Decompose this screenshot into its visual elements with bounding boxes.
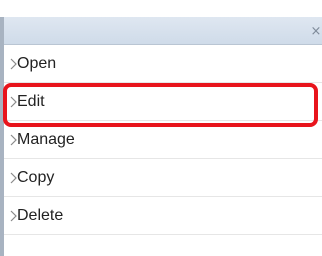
menu-item-label: Copy [17, 169, 55, 186]
close-button[interactable]: × [310, 25, 322, 39]
panel-header: × [4, 17, 322, 45]
menu-list: Open Edit Manage Copy Delete [4, 45, 322, 235]
close-icon: × [310, 24, 322, 39]
menu-item-label: Delete [17, 207, 64, 224]
menu-item-copy[interactable]: Copy [4, 159, 322, 197]
menu-panel: × Open Edit Manage Copy Delete [0, 17, 322, 256]
top-strip [0, 0, 322, 17]
menu-item-open[interactable]: Open [4, 45, 322, 83]
menu-item-label: Manage [17, 131, 75, 148]
menu-item-label: Open [17, 55, 57, 72]
menu-item-label: Edit [17, 93, 45, 110]
menu-item-delete[interactable]: Delete [4, 197, 322, 235]
menu-item-edit[interactable]: Edit [4, 83, 322, 121]
menu-item-manage[interactable]: Manage [4, 121, 322, 159]
